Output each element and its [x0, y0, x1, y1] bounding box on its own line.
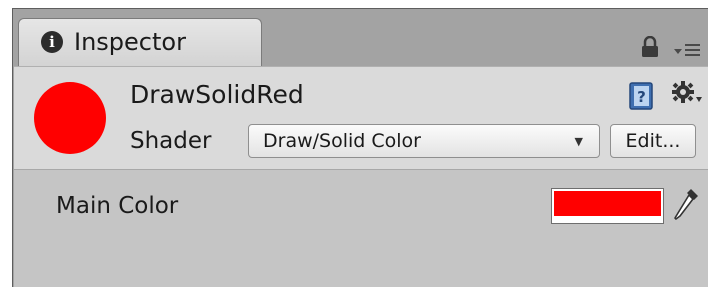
panel-menu-icon[interactable]: [672, 42, 702, 62]
main-color-field[interactable]: [551, 188, 664, 224]
gear-icon[interactable]: [670, 80, 704, 112]
dropdown-arrow-icon: ▼: [574, 135, 583, 148]
main-color-label: Main Color: [56, 193, 179, 219]
shader-dropdown[interactable]: Draw/Solid Color ▼: [248, 124, 600, 158]
eyedropper-icon[interactable]: [672, 186, 702, 230]
help-book-icon[interactable]: ?: [628, 82, 654, 114]
material-preview: [34, 82, 106, 154]
edit-shader-button[interactable]: Edit...: [610, 124, 696, 158]
shader-value: Draw/Solid Color: [263, 130, 421, 152]
info-icon: i: [41, 31, 63, 53]
material-name: DrawSolidRed: [130, 80, 304, 109]
main-color-swatch: [554, 191, 661, 216]
shader-label: Shader: [130, 128, 212, 154]
tab-inspector[interactable]: i Inspector: [18, 18, 262, 66]
lock-icon[interactable]: [640, 35, 660, 62]
tab-label: Inspector: [74, 28, 186, 56]
svg-text:?: ?: [637, 88, 646, 106]
